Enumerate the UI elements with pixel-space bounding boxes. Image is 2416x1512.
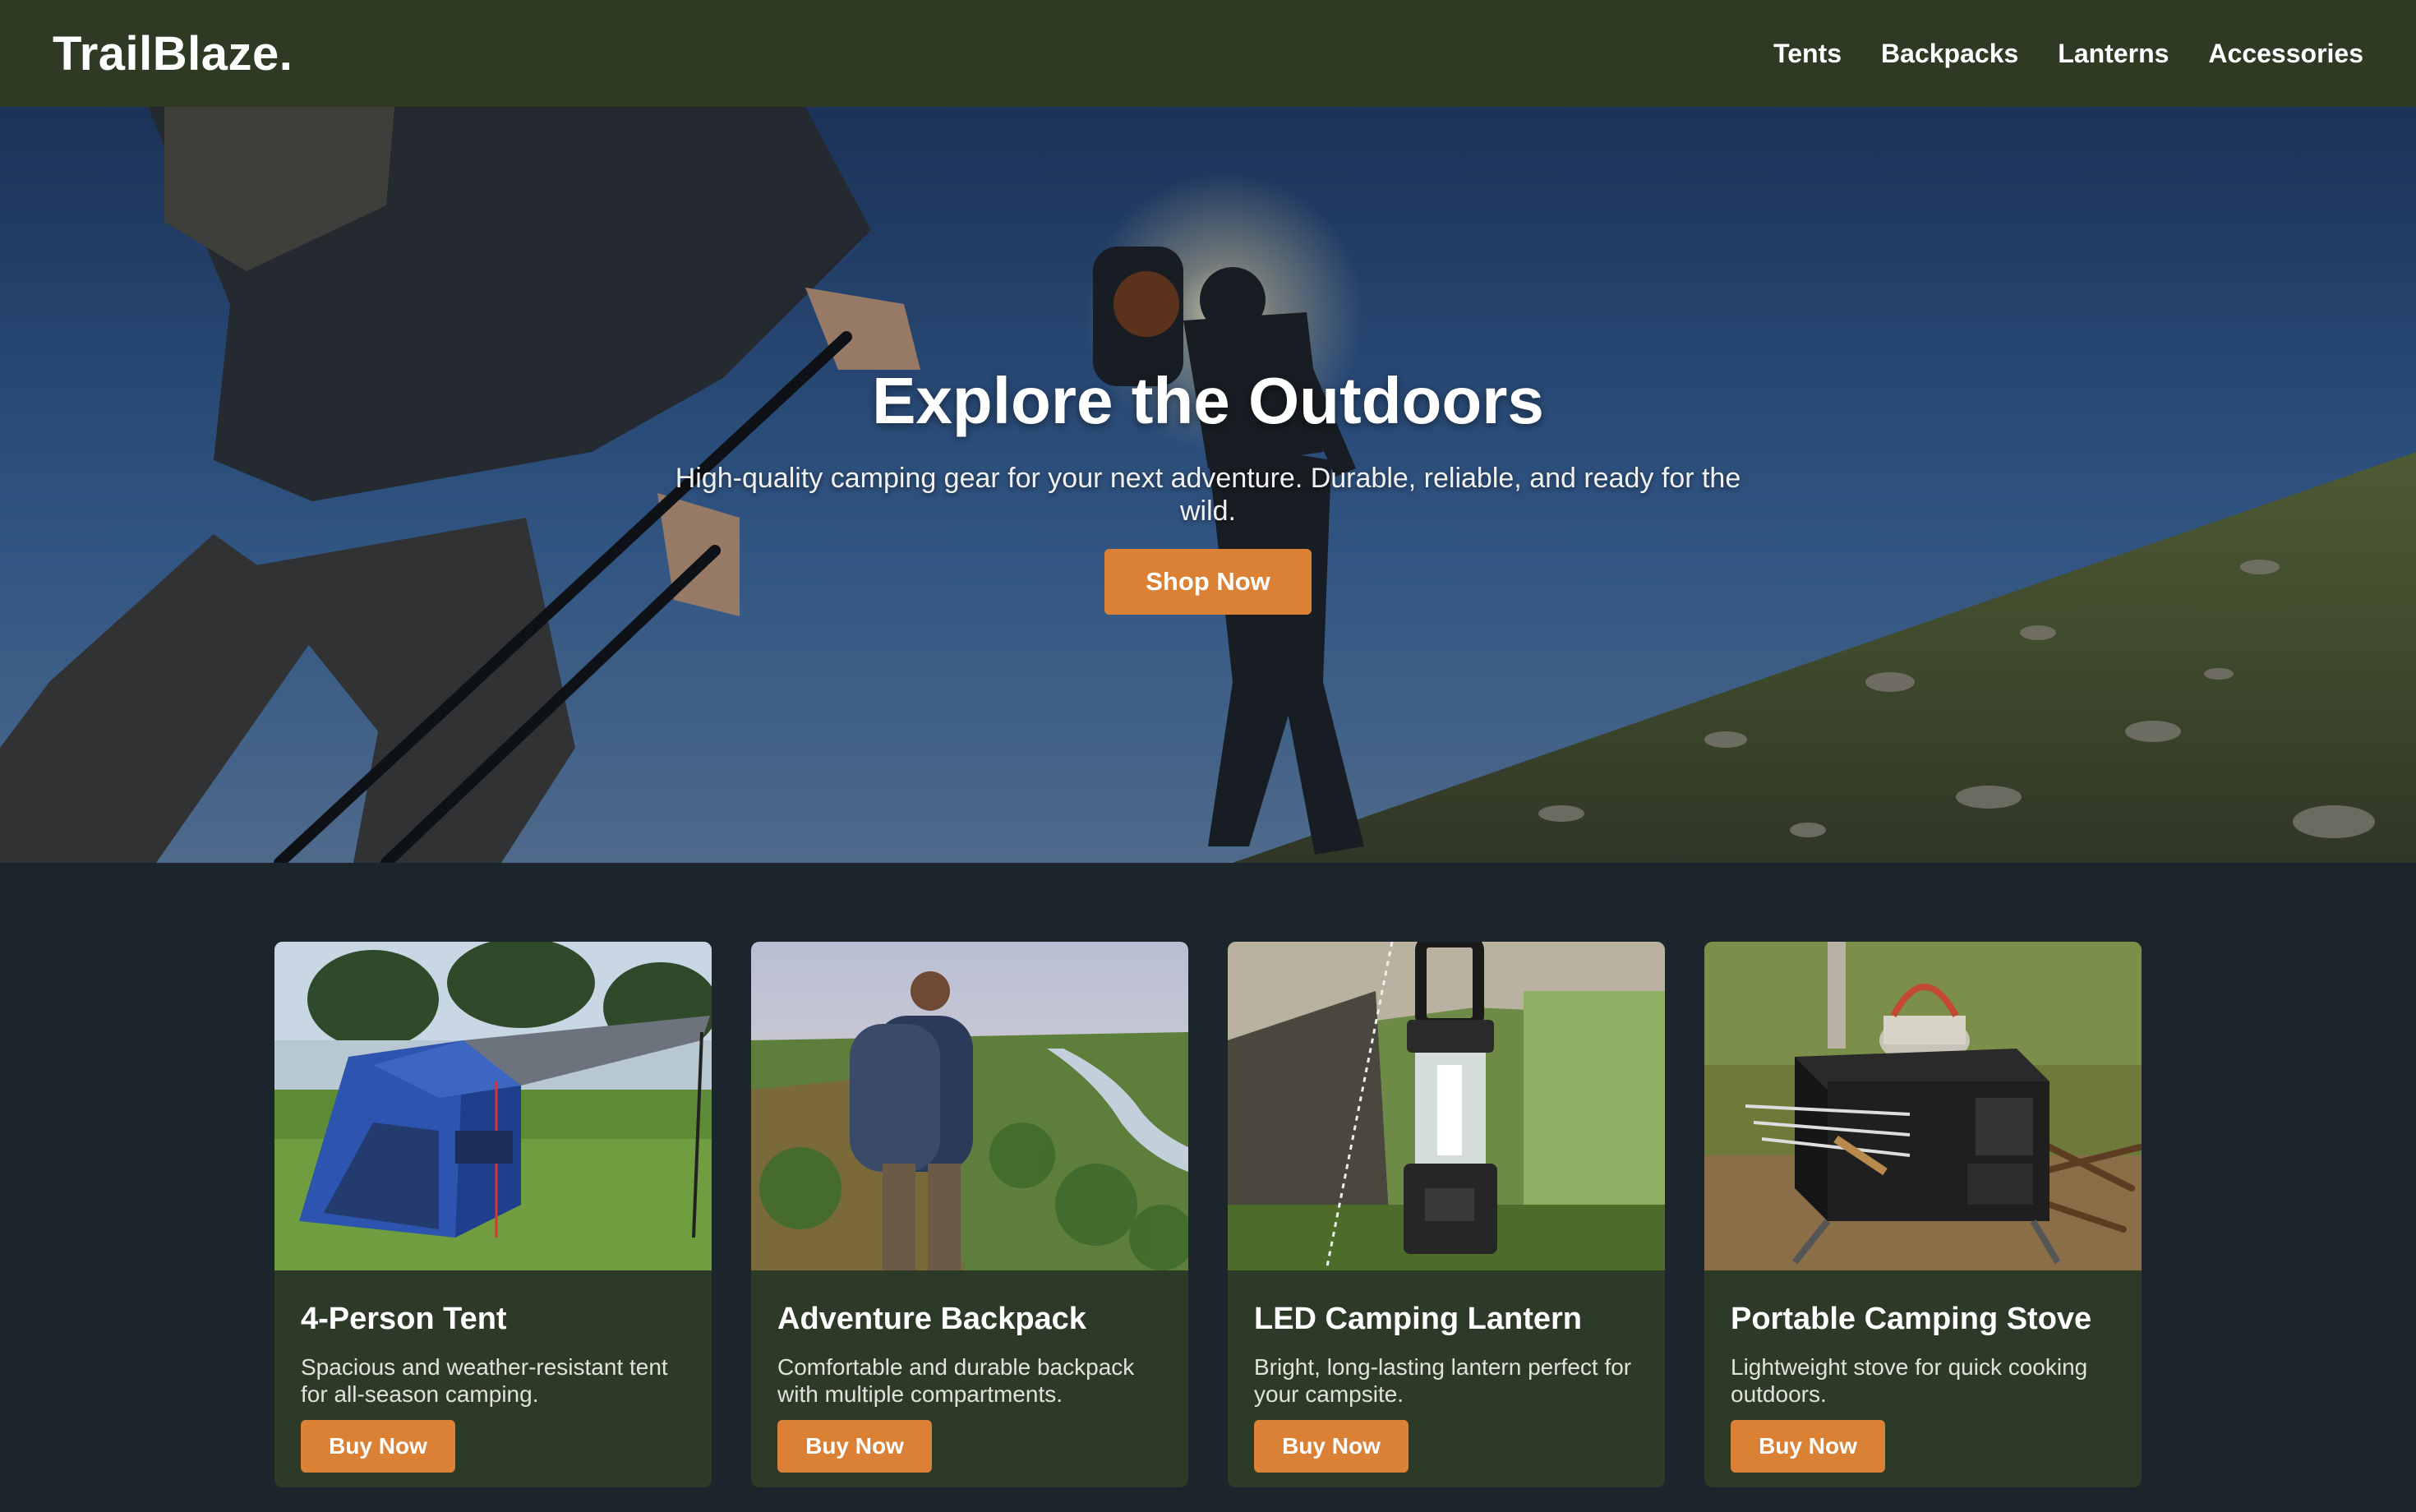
logo[interactable]: TrailBlaze. [53,26,293,81]
product-title: Portable Camping Stove [1731,1302,2092,1336]
product-title: 4-Person Tent [301,1302,507,1336]
lantern-photo [1228,942,1665,1270]
tent-photo [274,942,712,1270]
hero-banner: Explore the Outdoors High-quality campin… [0,107,2416,863]
product-description: Bright, long-lasting lantern perfect for… [1254,1354,1632,1407]
hero-title: Explore the Outdoors [872,364,1544,437]
buy-now-button-backpack[interactable]: Buy Now [777,1420,932,1473]
product-grid: 4-Person Tent Spacious and weather-resis… [274,942,2142,1487]
product-description: Spacious and weather-resistant tent for … [301,1354,668,1407]
hero-content: Explore the Outdoors High-quality campin… [0,107,2416,863]
product-card-stove: Portable Camping Stove Lightweight stove… [1704,942,2142,1487]
buy-now-button-stove[interactable]: Buy Now [1731,1420,1885,1473]
backpack-photo [751,942,1188,1270]
nav-backpacks[interactable]: Backpacks [1881,39,2018,69]
nav-accessories[interactable]: Accessories [2208,39,2363,69]
stove-photo [1704,942,2142,1270]
product-title: Adventure Backpack [777,1302,1086,1336]
nav-lanterns[interactable]: Lanterns [2058,39,2169,69]
product-card-backpack: Adventure Backpack Comfortable and durab… [751,942,1188,1487]
product-card-tent: 4-Person Tent Spacious and weather-resis… [274,942,712,1487]
product-description: Lightweight stove for quick cooking outd… [1731,1354,2088,1407]
product-description: Comfortable and durable backpack with mu… [777,1354,1135,1407]
buy-now-button-lantern[interactable]: Buy Now [1254,1420,1409,1473]
site-header: TrailBlaze. Tents Backpacks Lanterns Acc… [0,0,2416,107]
shop-now-button[interactable]: Shop Now [1104,549,1312,615]
main-nav: Tents Backpacks Lanterns Accessories [1773,39,2363,69]
buy-now-button-tent[interactable]: Buy Now [301,1420,455,1473]
product-title: LED Camping Lantern [1254,1302,1583,1336]
hero-subtitle: High-quality camping gear for your next … [675,463,1741,527]
product-card-lantern: LED Camping Lantern Bright, long-lasting… [1228,942,1665,1487]
nav-tents[interactable]: Tents [1773,39,1842,69]
